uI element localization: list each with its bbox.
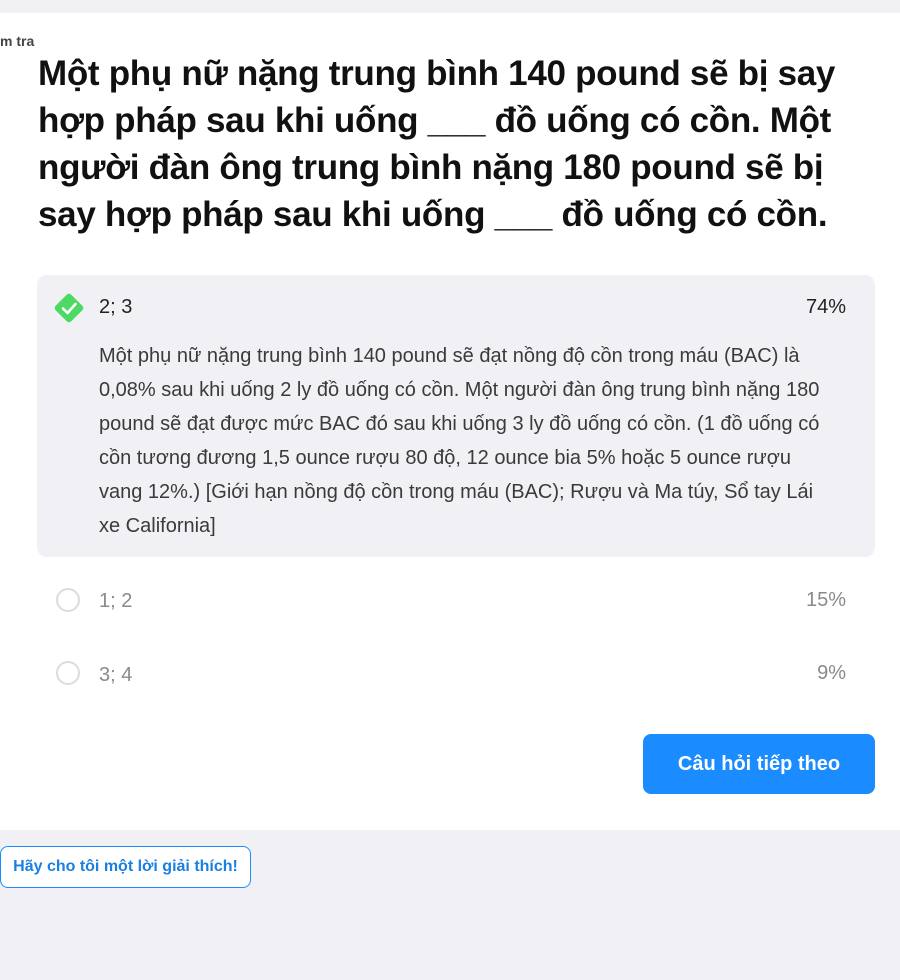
question-text: Một phụ nữ nặng trung bình 140 pound sẽ … <box>38 54 836 234</box>
answer-percent: 15% <box>805 589 846 611</box>
answer-percent: 9% <box>817 662 846 684</box>
answer-option-correct[interactable]: 2; 3 74% Một phụ nữ nặng trung bình 140 … <box>37 275 875 557</box>
radio-circle-icon[interactable] <box>56 588 80 612</box>
explain-button[interactable]: Hãy cho tôi một lời giải thích! <box>0 846 251 888</box>
answer-percent: 74% <box>805 296 846 318</box>
answer-option[interactable]: 3; 4 9% <box>37 650 875 700</box>
next-question-button[interactable]: Câu hỏi tiếp theo <box>643 734 875 794</box>
radio-circle-icon[interactable] <box>56 661 80 685</box>
answer-option[interactable]: 1; 2 15% <box>37 577 875 627</box>
answer-label: 2; 3 <box>99 296 133 318</box>
answer-label: 3; 4 <box>99 664 133 686</box>
answer-explanation: Một phụ nữ nặng trung bình 140 pound sẽ … <box>99 345 820 537</box>
answer-label: 1; 2 <box>99 590 133 612</box>
page-kicker: m tra <box>0 33 35 49</box>
check-diamond-icon <box>54 293 84 323</box>
